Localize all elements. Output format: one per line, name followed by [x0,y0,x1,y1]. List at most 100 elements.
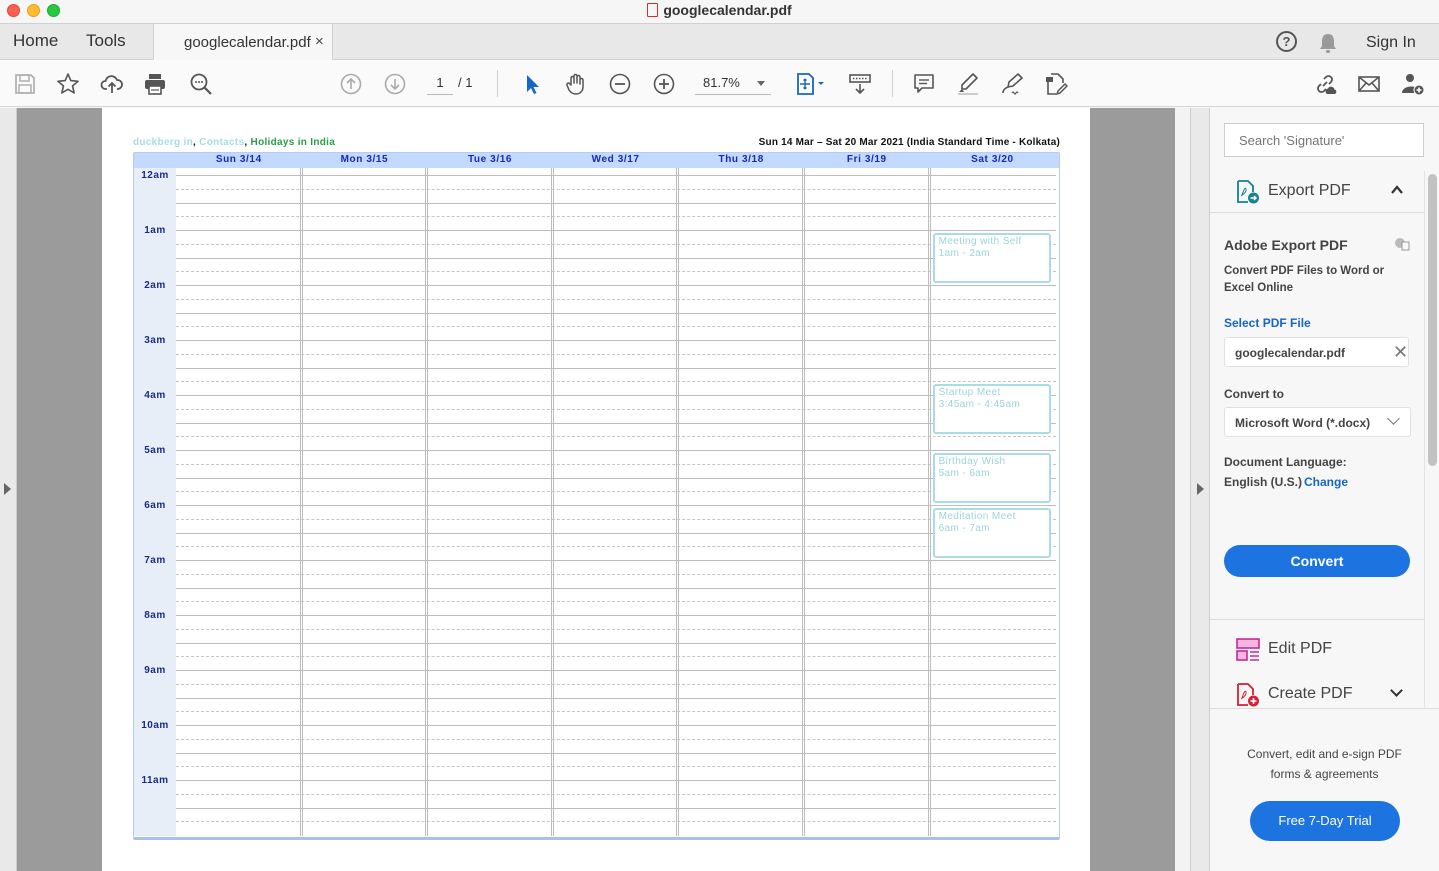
quarter-hour-line [176,326,1056,328]
source-separator: , [192,137,197,148]
select-arrow-icon[interactable] [518,70,546,98]
toolbar-divider [497,70,498,97]
convert-format-select[interactable]: Microsoft Word (*.docx) [1224,407,1411,437]
tab-tools[interactable]: Tools [86,31,126,51]
day-header: Fri 3/19 [846,154,887,165]
tab-bar: Home Tools googlecalendar.pdf × ? Sign I… [0,24,1439,60]
tool-edit-pdf[interactable]: Edit PDF [1210,631,1425,671]
expand-chevron-down-icon[interactable] [1390,684,1403,697]
window-title: googlecalendar.pdf [0,2,1439,18]
tools-search-input[interactable] [1224,123,1424,157]
quarter-hour-line [176,546,1056,548]
change-language-link[interactable]: Change [1304,475,1348,489]
scroll-mode-icon[interactable] [846,70,874,98]
quarter-hour-line [176,491,1056,493]
previous-page-icon[interactable] [337,70,365,98]
add-user-icon[interactable] [1399,70,1427,98]
edit-pdf-label: Edit PDF [1268,640,1333,657]
quarter-hour-line [176,353,1056,355]
calendar-event[interactable]: Startup Meet 3:45am - 4:45am [932,384,1052,435]
panel-scrollbar[interactable] [1428,174,1437,466]
highlight-icon[interactable] [954,70,982,98]
calendar-event[interactable]: Meeting with Self 1am - 2am [932,233,1052,283]
half-hour-line [176,202,1056,204]
quarter-hour-line [176,656,1056,658]
hour-label: 11am [141,775,169,786]
half-hour-line [176,312,1056,314]
share-link-icon[interactable] [1311,70,1339,98]
calendar-sources: duckberg in, Contacts, Holidays in India [133,137,335,148]
event-time: 5am - 6am [938,468,990,479]
quarter-hour-line [176,766,1056,768]
edit-icon[interactable] [1042,70,1070,98]
half-hour-line [176,752,1056,754]
print-icon[interactable] [141,70,169,98]
email-icon[interactable] [1355,70,1383,98]
save-icon[interactable] [11,70,39,98]
comment-icon[interactable] [910,70,938,98]
selected-file-name: googlecalendar.pdf [1235,346,1346,360]
hour-label: 12am [141,170,169,181]
quarter-hour-line [176,271,1056,273]
upload-cloud-icon[interactable] [98,70,126,98]
tab-document[interactable]: googlecalendar.pdf × [153,24,333,60]
selected-file-field[interactable]: googlecalendar.pdf ✕ [1224,337,1409,367]
fit-page-icon[interactable] [793,70,829,98]
promo-text: Convert, edit and e-sign PDF forms & agr… [1210,744,1439,784]
tool-create-pdf[interactable]: Create PDF [1210,676,1425,716]
toolbar-divider [892,70,893,97]
collapse-chevron-up-icon[interactable] [1390,183,1404,197]
calendar-event[interactable]: Meditation Meet 6am - 7am [932,508,1052,558]
expand-left-pane-icon[interactable] [4,483,11,495]
right-pane-toggle[interactable] [1190,108,1210,871]
viewer-gutter [1175,108,1190,871]
free-trial-button[interactable]: Free 7-Day Trial [1250,801,1400,841]
page-number-input[interactable]: 1 [427,75,453,95]
sign-in-link[interactable]: Sign In [1366,34,1416,52]
search-zoom-icon[interactable] [187,70,215,98]
sign-icon[interactable] [998,70,1026,98]
zoom-dropdown-caret-icon[interactable] [757,81,765,86]
export-pdf-header[interactable]: Export PDF [1210,171,1425,213]
half-hour-line [176,725,1056,726]
hour-label: 7am [144,555,166,566]
hand-icon[interactable] [562,70,590,98]
day-header: Tue 3/16 [467,154,513,165]
toolbar: 1 / 1 81.7% [0,60,1439,107]
quarter-hour-line [176,628,1056,630]
hour-label: 9am [144,665,166,676]
day-header: Thu 3/18 [718,154,764,165]
next-page-icon[interactable] [381,70,409,98]
tab-home[interactable]: Home [13,31,58,51]
convert-button[interactable]: Convert [1224,545,1410,577]
create-pdf-icon [1237,683,1259,707]
quarter-hour-line [176,216,1056,218]
remove-file-icon[interactable]: ✕ [1393,342,1408,363]
hour-label: 1am [144,225,166,236]
hour-label: 6am [144,500,166,511]
collapse-right-pane-icon[interactable] [1197,483,1204,495]
quarter-hour-line [176,601,1056,603]
help-icon[interactable]: ? [1276,31,1297,52]
day-divider [927,168,931,836]
half-hour-line [176,422,1056,424]
half-hour-line [176,780,1056,781]
half-hour-line [176,367,1056,369]
calendar-time-column: 12am 1am 2am 3am 4am 5am 6am 7am 8am 9am 10am 11am [134,168,176,836]
notification-bell-icon[interactable] [1318,32,1338,54]
calendar-date-range: Sun 14 Mar – Sat 20 Mar 2021 (India Stan… [758,137,1060,148]
bookmark-star-icon[interactable] [54,70,82,98]
zoom-in-icon[interactable] [650,70,678,98]
event-time: 1am - 2am [938,248,990,259]
close-tab-icon[interactable]: × [315,33,324,50]
quarter-hour-line [176,463,1056,465]
calendar-event[interactable]: Birthday Wish 5am - 6am [932,453,1052,503]
half-hour-line [176,587,1056,589]
calendar-week-grid: Sun 3/14 Mon 3/15 Tue 3/16 Wed 3/17 Thu 3/18… [133,152,1060,840]
event-time: 3:45am - 4:45am [938,399,1021,411]
zoom-out-icon[interactable] [606,70,634,98]
pdf-page: duckberg in, Contacts, Holidays in India… [102,108,1090,871]
quarter-hour-line [176,298,1056,300]
select-file-label: Select PDF File [1224,316,1311,330]
left-pane-toggle[interactable] [0,108,17,871]
